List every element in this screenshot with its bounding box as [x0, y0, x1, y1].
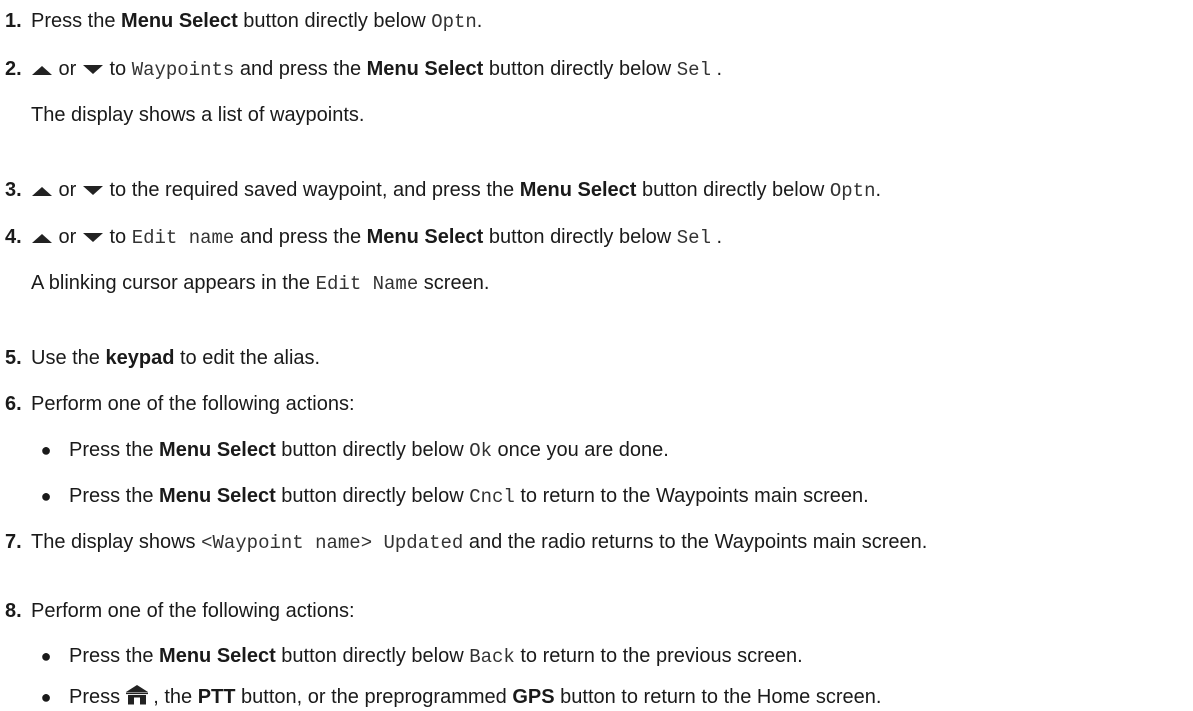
instructions-page: 1. Press the Menu Select button directly… — [0, 0, 1193, 711]
bullet-text: Press the Menu Select button directly be… — [69, 483, 869, 510]
text: Press — [69, 686, 126, 708]
text: to — [103, 226, 132, 248]
softkey-label: Optn — [829, 180, 876, 202]
step-text: Perform one of the following actions: — [31, 600, 355, 622]
display-message: <Waypoint name> Updated — [201, 532, 464, 554]
text: Press the — [69, 485, 160, 507]
text: button directly below — [275, 485, 470, 507]
step-text: or to Waypoints and press the Menu Selec… — [31, 56, 1193, 83]
step-number: 4. — [5, 226, 22, 248]
softkey-label: Sel — [676, 59, 711, 81]
text: . — [711, 58, 723, 80]
text: . — [476, 10, 483, 32]
text: and press the — [234, 226, 367, 248]
text: button directly below — [275, 439, 470, 461]
text: button to return to the Home screen. — [554, 686, 882, 708]
text: or — [53, 226, 82, 248]
text: . — [875, 179, 882, 201]
up-arrow-icon — [32, 187, 52, 196]
step-number: 8. — [5, 600, 22, 622]
up-arrow-icon — [32, 66, 52, 75]
menu-item-label: Waypoints — [131, 59, 235, 81]
text: . — [711, 226, 723, 248]
step-2-note: The display shows a list of waypoints. — [31, 104, 365, 126]
step-number: 7. — [5, 531, 22, 553]
text: button, or the preprogrammed — [235, 686, 513, 708]
text: Press the — [31, 10, 122, 32]
bullet-text: Press the Menu Select button directly be… — [69, 643, 803, 670]
down-arrow-icon — [82, 233, 103, 242]
text: once you are done. — [492, 439, 669, 461]
text: to edit the alias. — [174, 347, 321, 369]
softkey-label: Ok — [469, 440, 492, 462]
menu-item-label: Edit name — [131, 227, 235, 249]
step-text: Press the Menu Select button directly be… — [31, 8, 1193, 35]
button-name: Menu Select — [159, 439, 276, 461]
home-icon — [125, 685, 148, 705]
text: to the required saved waypoint, and pres… — [103, 179, 520, 201]
text: and press the — [234, 58, 367, 80]
text: , the — [147, 686, 198, 708]
softkey-label: Optn — [431, 11, 477, 33]
button-name: Menu Select — [159, 485, 276, 507]
text: Use the — [31, 347, 106, 369]
button-name: Menu Select — [159, 645, 276, 667]
step-text: The display shows <Waypoint name> Update… — [31, 529, 1171, 556]
button-name: PTT — [197, 686, 236, 708]
softkey-label: Back — [469, 646, 515, 668]
step-number: 2. — [5, 58, 22, 80]
bullet-text: Press the Menu Select button directly be… — [69, 437, 669, 464]
step-number: 5. — [5, 347, 22, 369]
button-name: Menu Select — [519, 179, 637, 201]
down-arrow-icon — [82, 186, 103, 195]
step-number: 6. — [5, 393, 22, 415]
step-4-note: A blinking cursor appears in the Edit Na… — [31, 270, 489, 297]
bullet-text: Press , the PTT button, or the preprogra… — [69, 684, 881, 710]
text: Press the — [69, 645, 160, 667]
step-text: Use the keypad to edit the alias. — [31, 345, 1193, 371]
text: A blinking cursor appears in the — [31, 272, 316, 294]
step-text: Perform one of the following actions: — [31, 393, 355, 415]
button-name: Menu Select — [366, 58, 484, 80]
button-name: Menu Select — [121, 10, 238, 32]
step-text: or to Edit name and press the Menu Selec… — [31, 224, 1193, 251]
text: or — [53, 179, 82, 201]
button-name: Menu Select — [366, 226, 484, 248]
text: Press the — [69, 439, 160, 461]
text: button directly below — [237, 10, 432, 32]
text: or — [53, 58, 82, 80]
text: and the radio returns to the Waypoints m… — [463, 531, 928, 553]
up-arrow-icon — [32, 234, 52, 243]
step-text: or to the required saved waypoint, and p… — [31, 177, 1193, 204]
button-name: keypad — [105, 347, 175, 369]
text: The display shows — [31, 531, 202, 553]
text: to — [103, 58, 132, 80]
screen-name: Edit Name — [315, 273, 419, 295]
text: screen. — [418, 272, 490, 294]
text: to return to the Waypoints main screen. — [514, 485, 869, 507]
text: button directly below — [275, 645, 470, 667]
softkey-label: Sel — [676, 227, 711, 249]
step-number: 1. — [5, 10, 22, 32]
step-number: 3. — [5, 179, 22, 201]
text: button directly below — [483, 226, 677, 248]
softkey-label: Cncl — [469, 486, 515, 508]
text: button directly below — [483, 58, 677, 80]
down-arrow-icon — [82, 65, 103, 74]
button-name: GPS — [512, 686, 555, 708]
text: to return to the previous screen. — [514, 645, 803, 667]
text: button directly below — [636, 179, 830, 201]
